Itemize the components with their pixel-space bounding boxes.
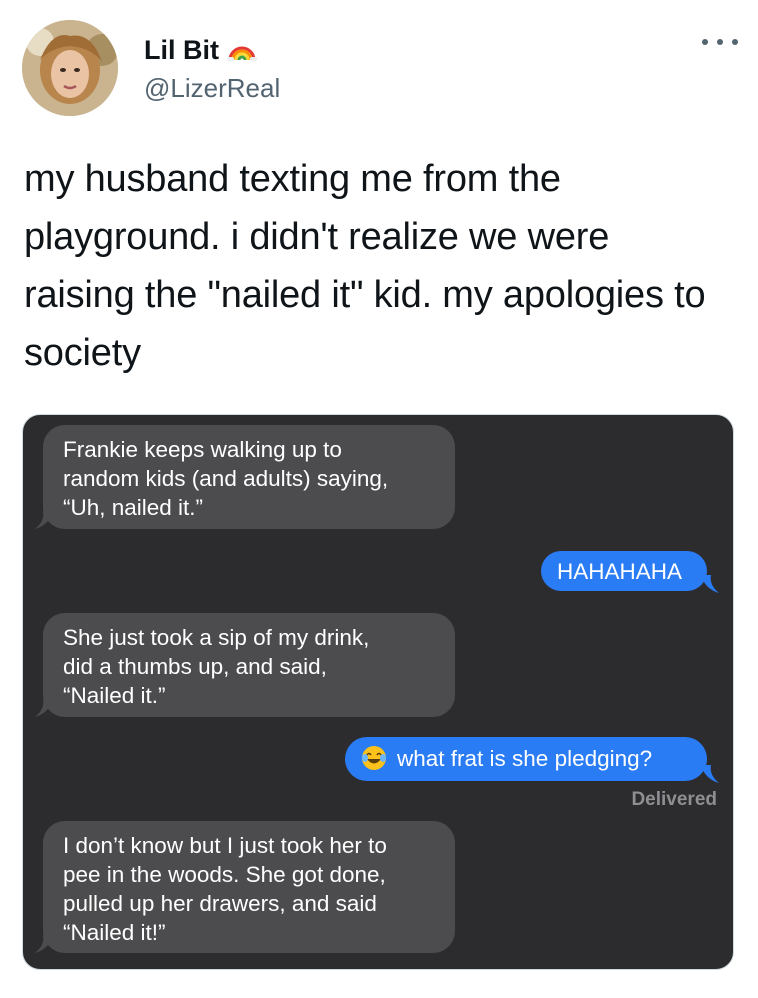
more-options-icon[interactable] (702, 34, 738, 50)
dot (702, 39, 708, 45)
message-bubble-received: Frankie keeps walking up to random kids … (43, 425, 455, 529)
message-line: “Nailed it!” (63, 920, 166, 945)
display-name-text[interactable]: Lil Bit (144, 34, 219, 66)
message-line: “Uh, nailed it.” (63, 495, 204, 520)
tweet-header: Lil Bit @LizerReal (22, 20, 738, 120)
message-line: what frat is she pledging? (397, 746, 653, 771)
bubble-tail (701, 575, 719, 593)
bubble-tail (701, 765, 719, 783)
laughing-tears-emoji-icon (362, 746, 386, 770)
dot (717, 39, 723, 45)
author-handle[interactable]: @LizerReal (144, 72, 280, 104)
message-line: pulled up her drawers, and said (63, 891, 377, 916)
avatar[interactable] (22, 20, 118, 116)
message-bubble-received: I don’t know but I just took her to pee … (43, 821, 455, 953)
message-line: “Nailed it.” (63, 683, 166, 708)
message-line: HAHAHAHA (557, 559, 683, 584)
message-line: did a thumbs up, and said, (63, 654, 327, 679)
dot (732, 39, 738, 45)
avatar-image (22, 20, 118, 116)
rainbow-icon (227, 46, 257, 61)
display-name[interactable]: Lil Bit (144, 34, 280, 66)
message-line: I don’t know but I just took her to (63, 833, 387, 858)
delivered-status: Delivered (631, 789, 717, 810)
message-line: random kids (and adults) saying, (63, 466, 389, 491)
message-bubble-sent: HAHAHAHA (541, 551, 707, 591)
message-bubble-sent: what frat is she pledging? (345, 737, 707, 781)
bubble-tail (35, 511, 53, 529)
message-line: She just took a sip of my drink, (63, 625, 370, 650)
tweet-media-screenshot[interactable]: Frankie keeps walking up to random kids … (22, 414, 734, 970)
message-line: pee in the woods. She got done, (63, 862, 386, 887)
message-line: Frankie keeps walking up to (63, 437, 342, 462)
bubble-tail (35, 935, 53, 953)
author-names: Lil Bit @LizerReal (144, 34, 280, 104)
tweet-text: my husband texting me from the playgroun… (24, 158, 706, 374)
message-bubble-received: She just took a sip of my drink, did a t… (43, 613, 455, 717)
bubble-tail (35, 699, 53, 717)
